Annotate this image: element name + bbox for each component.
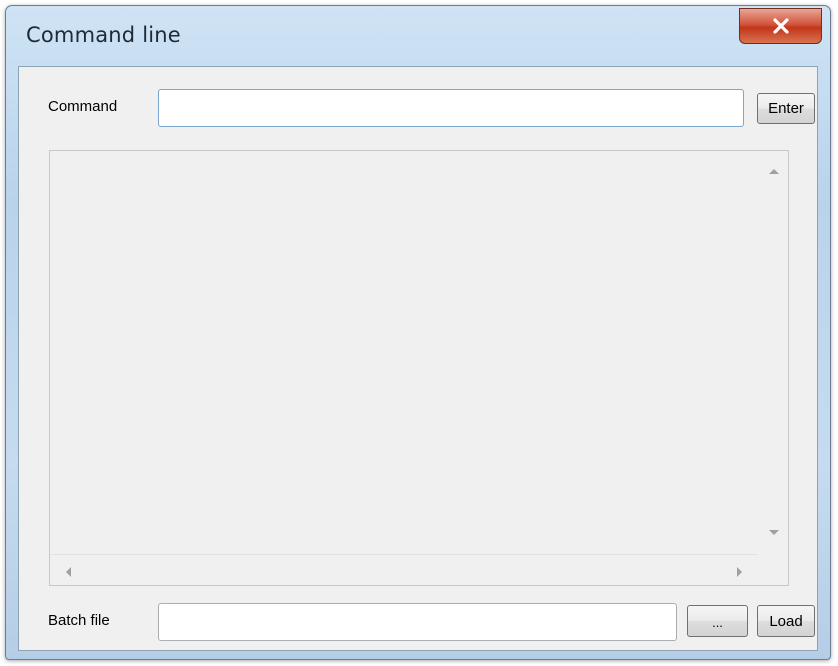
batch-file-input[interactable] <box>158 603 677 641</box>
batch-file-label: Batch file <box>48 612 110 629</box>
command-line-window: Command line Command Enter Batch file ..… <box>5 5 831 660</box>
load-button[interactable]: Load <box>757 605 815 637</box>
close-icon <box>772 18 789 34</box>
arrow-up-icon[interactable] <box>767 167 781 175</box>
arrow-left-icon[interactable] <box>64 565 72 579</box>
output-textarea[interactable] <box>49 150 789 586</box>
horizontal-scrollbar[interactable] <box>50 554 758 585</box>
close-button[interactable] <box>739 8 822 44</box>
command-label: Command <box>48 98 118 115</box>
client-area: Command Enter Batch file ... Load <box>18 66 818 651</box>
scrollbar-corner <box>758 555 788 585</box>
enter-button[interactable]: Enter <box>757 93 815 124</box>
window-title: Command line <box>26 23 181 47</box>
command-input[interactable] <box>158 89 744 127</box>
browse-button[interactable]: ... <box>687 605 748 637</box>
title-bar[interactable]: Command line <box>6 6 830 66</box>
arrow-down-icon[interactable] <box>767 529 781 537</box>
arrow-right-icon[interactable] <box>736 565 744 579</box>
vertical-scrollbar[interactable] <box>758 151 788 555</box>
